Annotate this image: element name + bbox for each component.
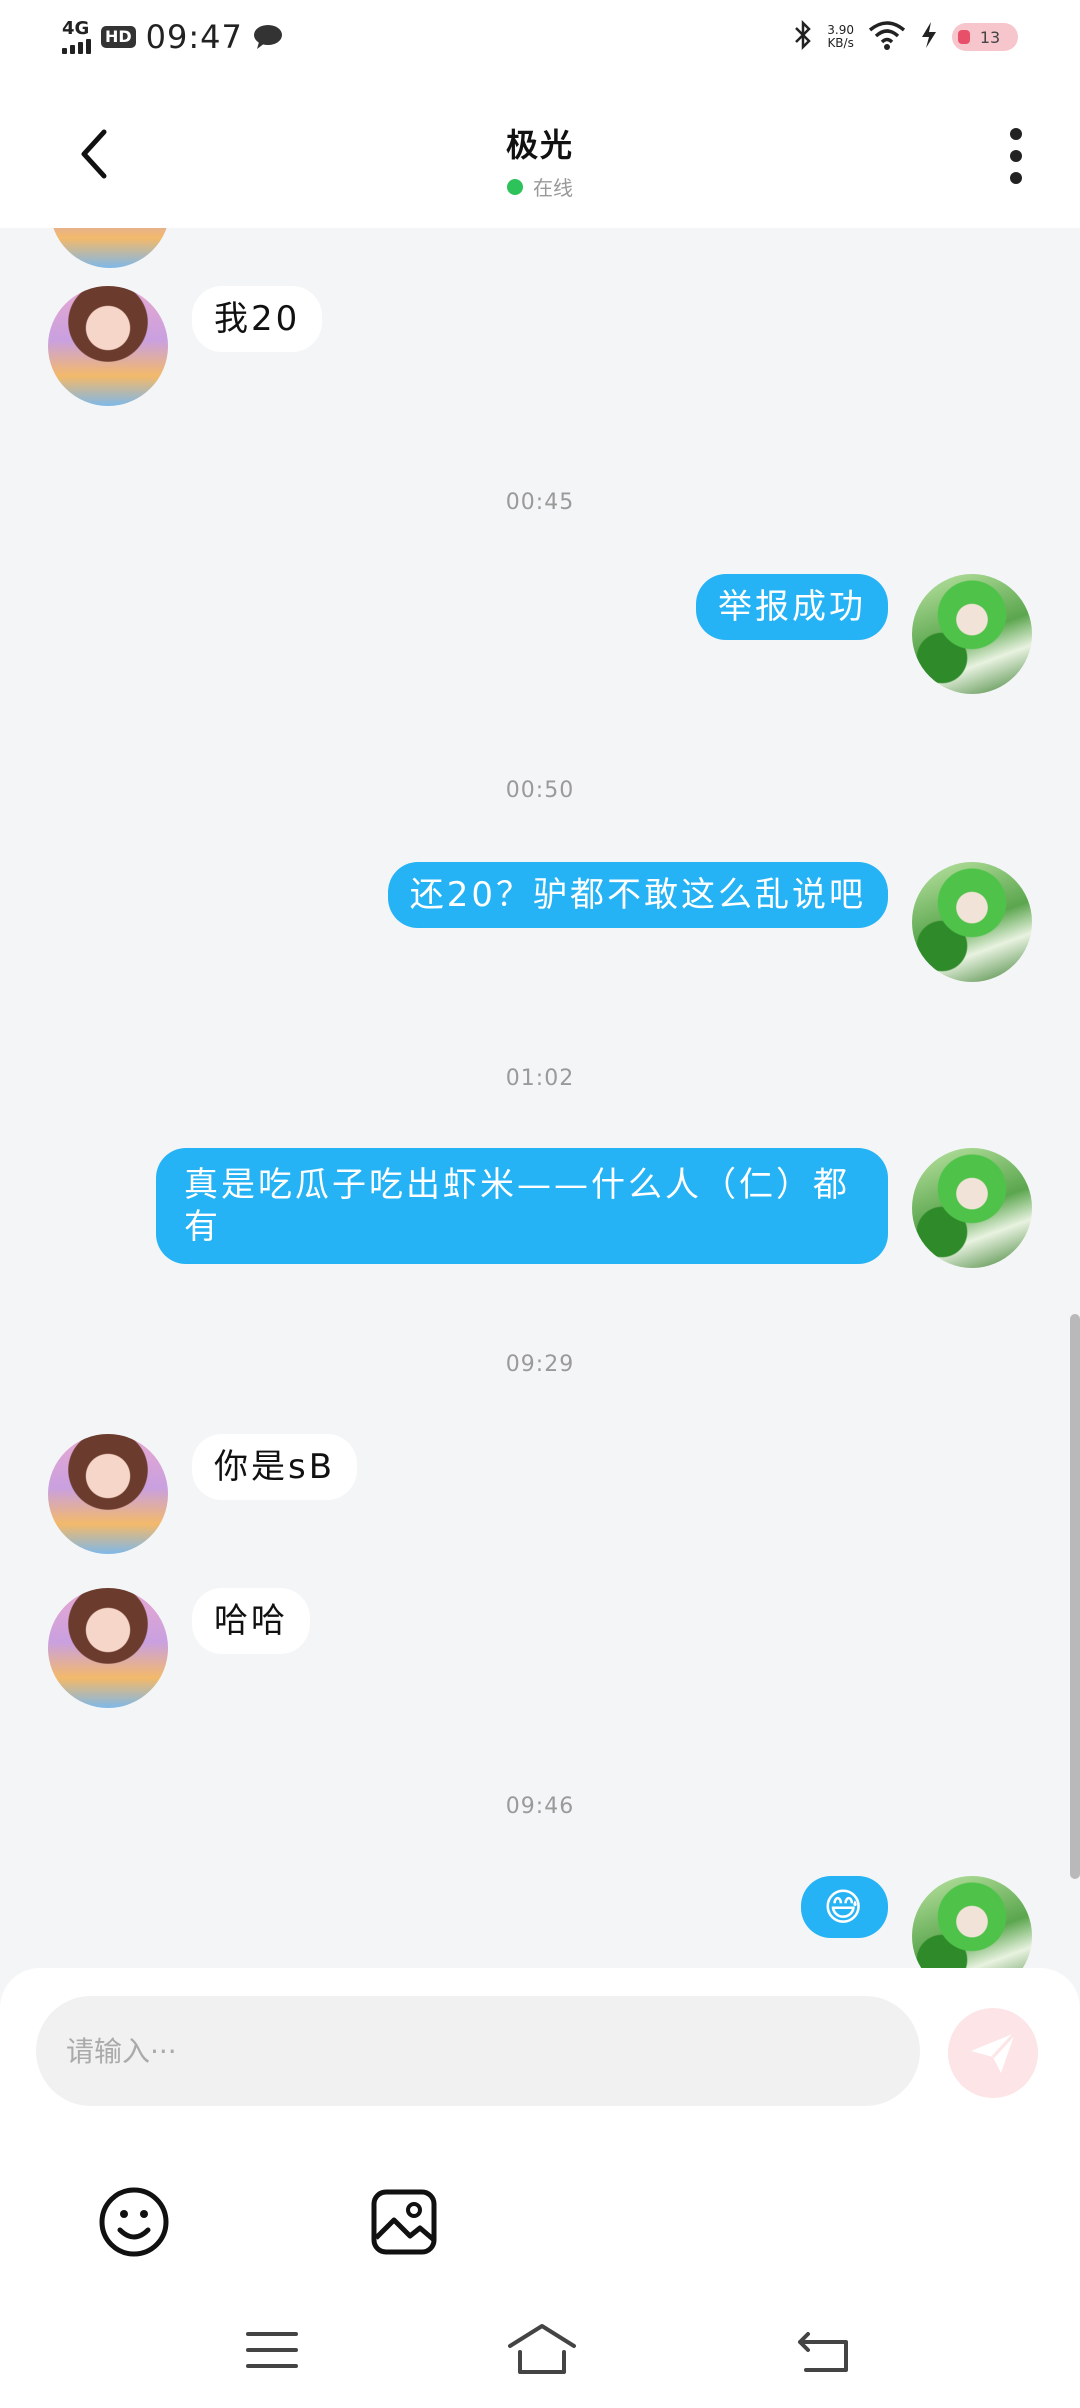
menu-icon xyxy=(246,2332,298,2368)
avatar[interactable] xyxy=(48,286,168,406)
status-left: 4G HD 09:47 xyxy=(62,18,283,56)
message-line: 真是吃瓜子吃出虾米——什么人（仁）都 xyxy=(184,1165,850,1205)
message-line: 有 xyxy=(184,1207,221,1247)
send-button[interactable] xyxy=(948,2008,1038,2098)
chat-header: 极光 在线 xyxy=(0,80,1080,228)
message-timestamp: 01:02 xyxy=(505,1066,575,1091)
status-bar: 4G HD 09:47 3.90 KB/s 13 xyxy=(0,0,1080,80)
message-timestamp: 09:29 xyxy=(505,1352,575,1377)
image-icon xyxy=(371,2189,437,2255)
scrollbar[interactable] xyxy=(1070,1314,1080,1879)
avatar[interactable] xyxy=(912,1876,1032,1968)
message-bubble-incoming[interactable]: 我20 xyxy=(192,286,323,352)
nav-menu-button[interactable] xyxy=(242,2320,302,2380)
image-button[interactable] xyxy=(368,2186,440,2258)
online-status: 在线 xyxy=(507,172,573,201)
message-notification-icon xyxy=(253,24,283,50)
bluetooth-icon xyxy=(793,19,813,54)
chat-title-area: 极光 在线 xyxy=(0,120,1080,201)
speed-unit: KB/s xyxy=(827,36,854,50)
contact-name: 极光 xyxy=(505,126,574,164)
avatar[interactable] xyxy=(912,862,1032,982)
message-timestamp: 00:50 xyxy=(505,778,575,803)
message-timestamp: 00:45 xyxy=(505,490,575,515)
online-status-text: 在线 xyxy=(533,176,573,200)
avatar[interactable] xyxy=(912,1148,1032,1268)
network-speed: 3.90 KB/s xyxy=(827,24,854,50)
paper-plane-icon xyxy=(971,2031,1017,2073)
avatar[interactable] xyxy=(912,574,1032,694)
signal-icon: 4G xyxy=(62,20,91,54)
battery-icon: 13 xyxy=(952,23,1018,51)
message-list[interactable]: 我20 00:45 举报成功 00:50 还20？驴都不敢这么乱说吧 01:02… xyxy=(0,228,1080,1968)
status-right: 3.90 KB/s 13 xyxy=(793,19,1018,54)
avatar[interactable] xyxy=(48,1434,168,1554)
return-icon xyxy=(798,2332,848,2372)
smiley-icon xyxy=(99,2187,169,2257)
message-input[interactable] xyxy=(36,1996,920,2106)
system-navigation-bar xyxy=(0,2300,1080,2408)
network-type: 4G xyxy=(62,18,90,39)
message-timestamp: 09:46 xyxy=(505,1794,575,1819)
hd-badge: HD xyxy=(101,26,136,48)
online-dot xyxy=(507,178,523,195)
wifi-icon xyxy=(868,20,906,54)
more-vertical-icon xyxy=(1010,128,1022,140)
nav-home-button[interactable] xyxy=(506,2320,578,2380)
charging-icon xyxy=(920,21,938,53)
nav-back-button[interactable] xyxy=(794,2320,854,2380)
status-time: 09:47 xyxy=(145,18,243,56)
home-icon xyxy=(508,2324,576,2374)
avatar[interactable] xyxy=(48,1588,168,1708)
emoji-button[interactable] xyxy=(98,2186,170,2258)
message-bubble-incoming[interactable]: 你是sB xyxy=(192,1434,358,1500)
message-bubble-outgoing[interactable]: 还20？驴都不敢这么乱说吧 xyxy=(387,862,888,928)
message-bubble-incoming[interactable]: 哈哈 xyxy=(192,1588,310,1654)
battery-level: 13 xyxy=(979,27,1001,47)
avatar[interactable] xyxy=(50,228,170,268)
more-button[interactable] xyxy=(1008,128,1024,184)
message-bubble-outgoing[interactable]: 举报成功 xyxy=(696,574,888,640)
message-bubble-emoji[interactable]: 😅 xyxy=(801,1876,888,1938)
message-bubble-outgoing[interactable]: 真是吃瓜子吃出虾米——什么人（仁）都 有 xyxy=(156,1148,888,1264)
